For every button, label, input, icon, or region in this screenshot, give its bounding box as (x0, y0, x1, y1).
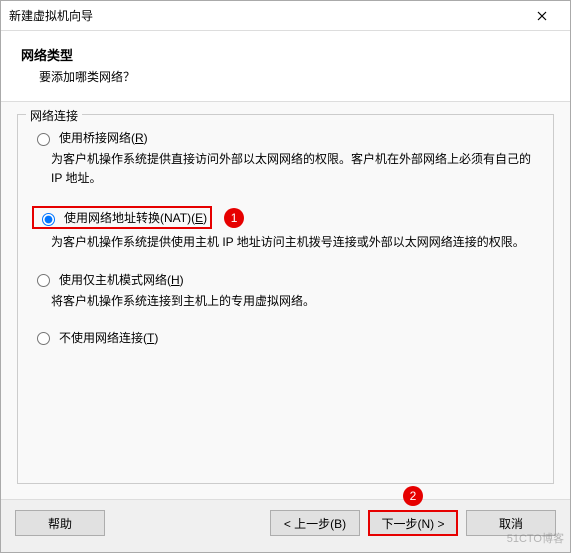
option-hostonly-row[interactable]: 使用仅主机模式网络(H) (32, 271, 539, 288)
wizard-content: 网络连接 使用桥接网络(R) 为客户机操作系统提供直接访问外部以太网网络的权限。… (1, 102, 570, 499)
option-bridge-desc: 为客户机操作系统提供直接访问外部以太网网络的权限。客户机在外部网络上必须有自己的… (51, 150, 539, 188)
radio-bridge[interactable] (37, 133, 50, 146)
option-none: 不使用网络连接(T) (32, 329, 539, 346)
window-title: 新建虚拟机向导 (9, 7, 522, 24)
option-nat-desc: 为客户机操作系统提供使用主机 IP 地址访问主机拨号连接或外部以太网网络连接的权… (51, 233, 539, 252)
page-subtitle: 要添加哪类网络？ (21, 68, 550, 85)
option-nat-highlight: 使用网络地址转换(NAT)(E) (32, 206, 212, 229)
wizard-window: 新建虚拟机向导 网络类型 要添加哪类网络？ 网络连接 使用桥接网络(R) 为客户… (0, 0, 571, 553)
back-button[interactable]: < 上一步(B) (270, 510, 360, 536)
radio-hostonly[interactable] (37, 274, 50, 287)
close-icon (537, 11, 547, 21)
option-bridge-row[interactable]: 使用桥接网络(R) (32, 129, 539, 146)
radio-none[interactable] (37, 332, 50, 345)
groupbox-label: 网络连接 (26, 107, 82, 124)
wizard-footer: 帮助 < 上一步(B) 2 下一步(N) > 取消 (1, 499, 570, 552)
option-none-row[interactable]: 不使用网络连接(T) (32, 329, 539, 346)
option-nat-label[interactable]: 使用网络地址转换(NAT)(E) (64, 209, 207, 226)
next-button[interactable]: 下一步(N) > (368, 510, 458, 536)
annotation-badge-1: 1 (224, 208, 244, 228)
option-none-label: 不使用网络连接(T) (59, 329, 158, 346)
radio-nat[interactable] (42, 213, 55, 226)
next-button-wrap: 2 下一步(N) > (368, 510, 458, 536)
cancel-button[interactable]: 取消 (466, 510, 556, 536)
option-bridge: 使用桥接网络(R) 为客户机操作系统提供直接访问外部以太网网络的权限。客户机在外… (32, 129, 539, 188)
network-groupbox: 网络连接 使用桥接网络(R) 为客户机操作系统提供直接访问外部以太网网络的权限。… (17, 114, 554, 484)
help-button[interactable]: 帮助 (15, 510, 105, 536)
page-title: 网络类型 (21, 45, 550, 64)
titlebar: 新建虚拟机向导 (1, 1, 570, 31)
option-bridge-label: 使用桥接网络(R) (59, 129, 148, 146)
annotation-badge-2: 2 (403, 486, 423, 506)
wizard-header: 网络类型 要添加哪类网络？ (1, 31, 570, 102)
option-hostonly-label: 使用仅主机模式网络(H) (59, 271, 184, 288)
option-hostonly: 使用仅主机模式网络(H) 将客户机操作系统连接到主机上的专用虚拟网络。 (32, 271, 539, 311)
option-hostonly-desc: 将客户机操作系统连接到主机上的专用虚拟网络。 (51, 292, 539, 311)
option-nat: 使用网络地址转换(NAT)(E) 1 为客户机操作系统提供使用主机 IP 地址访… (32, 206, 539, 252)
close-button[interactable] (522, 2, 562, 30)
